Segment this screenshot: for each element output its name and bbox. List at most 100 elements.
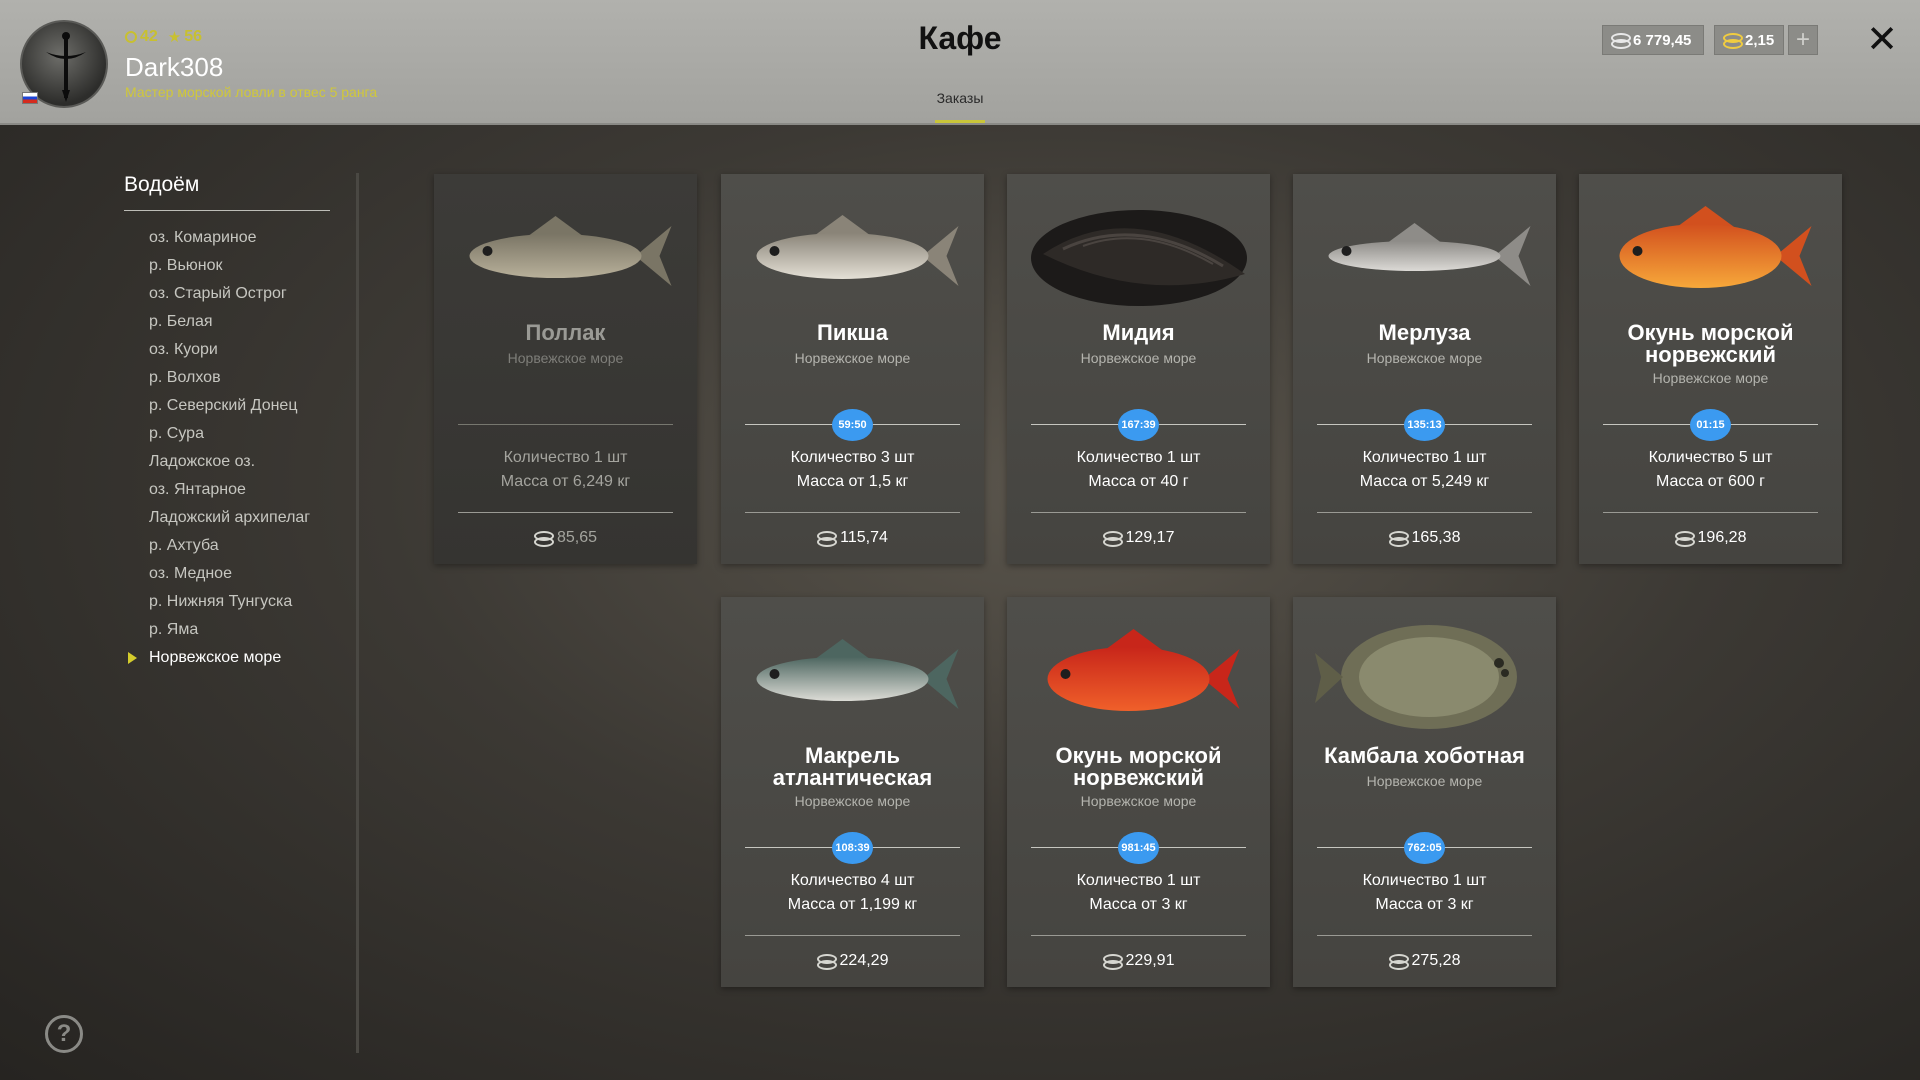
waterbody-title: Водоём	[124, 173, 200, 196]
order-quantity: Количество 1 шт	[1362, 449, 1487, 466]
order-mass: Масса от 1,199 кг	[787, 896, 918, 913]
price-divider	[745, 512, 960, 513]
order-price: 229,91	[1125, 952, 1175, 969]
order-card[interactable]: Мидия Норвежское море 167:39 Количество 1 ш…	[1007, 174, 1270, 564]
order-quantity: Количество 3 шт	[790, 449, 915, 466]
order-timer-badge: 981:45	[1118, 832, 1159, 864]
order-card[interactable]: Пикша Норвежское море 59:50 Количество 3 шт…	[721, 174, 984, 564]
order-card[interactable]: Мерлуза Норвежское море 135:13 Количество 1…	[1293, 174, 1556, 564]
order-card[interactable]: Поллак Норвежское море Количество 1 шт Масс…	[434, 174, 697, 564]
sidebar-item[interactable]: р. Белая	[124, 311, 310, 339]
order-price: 196,28	[1697, 529, 1747, 546]
order-reward: 115,74	[729, 529, 976, 547]
order-card[interactable]: Окунь морской норвежский Норвежское море 0…	[1579, 174, 1842, 564]
silver-coins-icon	[533, 531, 554, 547]
order-quantity: Количество 5 шт	[1648, 449, 1773, 466]
price-divider	[1031, 935, 1246, 936]
sidebar-separator	[356, 173, 359, 1053]
mussel-icon	[1023, 194, 1254, 314]
order-mass: Масса от 6,249 кг	[500, 473, 631, 490]
sidebar-item[interactable]: р. Вьюнок	[124, 255, 310, 283]
active-tab-indicator	[935, 120, 985, 123]
sidebar-item[interactable]: оз. Куори	[124, 339, 310, 367]
pollack-fish-icon	[450, 194, 681, 314]
price-divider	[1603, 512, 1818, 513]
sidebar-item[interactable]: оз. Янтарное	[124, 479, 310, 507]
order-timer-badge: 762:05	[1404, 832, 1445, 864]
hake-fish-icon	[1309, 194, 1540, 314]
sidebar-item[interactable]: р. Яма	[124, 619, 310, 647]
order-timer-badge: 108:39	[832, 832, 873, 864]
order-card[interactable]: Камбала хоботная Норвежское море 762:05 Кол…	[1293, 597, 1556, 987]
sidebar-item[interactable]: оз. Комариное	[124, 227, 310, 255]
order-quantity: Количество 4 шт	[790, 872, 915, 889]
order-reward: 85,65	[442, 529, 689, 547]
silver-coins-icon	[1611, 33, 1631, 49]
silver-coins-icon	[1388, 954, 1409, 970]
sidebar-item[interactable]: р. Северский Донец	[124, 395, 310, 423]
sidebar-item[interactable]: оз. Медное	[124, 563, 310, 591]
sidebar-divider	[124, 210, 330, 211]
sidebar-item[interactable]: р. Нижняя Тунгуска	[124, 591, 310, 619]
order-fish-name: Камбала хоботная	[1324, 743, 1525, 768]
order-fish-name: Поллак	[525, 320, 606, 345]
sidebar-item[interactable]: оз. Старый Острог	[124, 283, 310, 311]
gold-value: 2,15	[1745, 31, 1775, 49]
add-gold-button[interactable]: +	[1788, 25, 1818, 55]
order-mass: Масса от 40 г	[1088, 473, 1189, 490]
order-mass: Масса от 3 кг	[1375, 896, 1474, 913]
order-location: Норвежское море	[794, 350, 911, 366]
price-divider	[1317, 512, 1532, 513]
help-button[interactable]: ?	[45, 1015, 83, 1053]
order-quantity: Количество 1 шт	[1362, 872, 1487, 889]
order-mass: Масса от 1,5 кг	[796, 473, 909, 490]
order-price: 275,28	[1411, 952, 1461, 969]
order-fish-name: Окунь морской норвежский	[1055, 743, 1222, 790]
sidebar-item[interactable]: р. Волхов	[124, 367, 310, 395]
haddock-fish-icon	[737, 194, 968, 314]
gold-balance: 2,15	[1714, 25, 1784, 55]
silver-value: 6 779,45	[1633, 31, 1692, 49]
red-rosefish-icon	[1023, 617, 1254, 737]
order-reward: 129,17	[1015, 529, 1262, 547]
order-price: 85,65	[556, 529, 598, 546]
order-card[interactable]: Макрель атлантическая Норвежское море 108:…	[721, 597, 984, 987]
order-location: Норвежское море	[794, 793, 911, 809]
price-divider	[458, 512, 673, 513]
gold-coins-icon	[1723, 33, 1743, 49]
sidebar-item[interactable]: Норвежское море	[124, 647, 310, 675]
order-timer-badge: 01:15	[1690, 409, 1731, 441]
silver-coins-icon	[1388, 531, 1409, 547]
order-reward: 275,28	[1301, 952, 1548, 970]
sidebar-item[interactable]: р. Сура	[124, 423, 310, 451]
order-location: Норвежское море	[507, 350, 624, 366]
silver-coins-icon	[1102, 531, 1123, 547]
order-mass: Масса от 5,249 кг	[1359, 473, 1490, 490]
order-fish-name: Пикша	[817, 320, 888, 345]
close-button[interactable]: ✕	[1862, 20, 1902, 60]
mackerel-fish-icon	[737, 617, 968, 737]
order-quantity: Количество 1 шт	[1076, 449, 1201, 466]
russia-flag-icon	[22, 92, 38, 104]
tab-orders[interactable]: Заказы	[930, 90, 990, 106]
price-divider	[1031, 512, 1246, 513]
order-price: 115,74	[840, 529, 888, 546]
waterbody-list: оз. Комариное р. Вьюнок оз. Старый Острог р…	[124, 227, 310, 675]
silver-balance: 6 779,45	[1602, 25, 1704, 55]
silver-coins-icon	[1674, 531, 1695, 547]
redfish-icon	[1595, 194, 1826, 314]
order-price: 129,17	[1125, 529, 1175, 546]
order-mass: Масса от 3 кг	[1089, 896, 1188, 913]
silver-coins-icon	[1102, 954, 1123, 970]
order-fish-name: Окунь морской норвежский	[1627, 320, 1794, 367]
order-reward: 229,91	[1015, 952, 1262, 970]
order-fish-name: Мидия	[1102, 320, 1175, 345]
price-divider	[1317, 935, 1532, 936]
order-quantity: Количество 1 шт	[503, 449, 628, 466]
sidebar-item[interactable]: р. Ахтуба	[124, 535, 310, 563]
sidebar-item[interactable]: Ладожское оз.	[124, 451, 310, 479]
order-card[interactable]: Окунь морской норвежский Норвежское море 9…	[1007, 597, 1270, 987]
sidebar-item[interactable]: Ладожский архипелаг	[124, 507, 310, 535]
order-price: 165,38	[1411, 529, 1461, 546]
player-rank: Мастер морской ловли в отвес 5 ранга	[125, 84, 378, 100]
